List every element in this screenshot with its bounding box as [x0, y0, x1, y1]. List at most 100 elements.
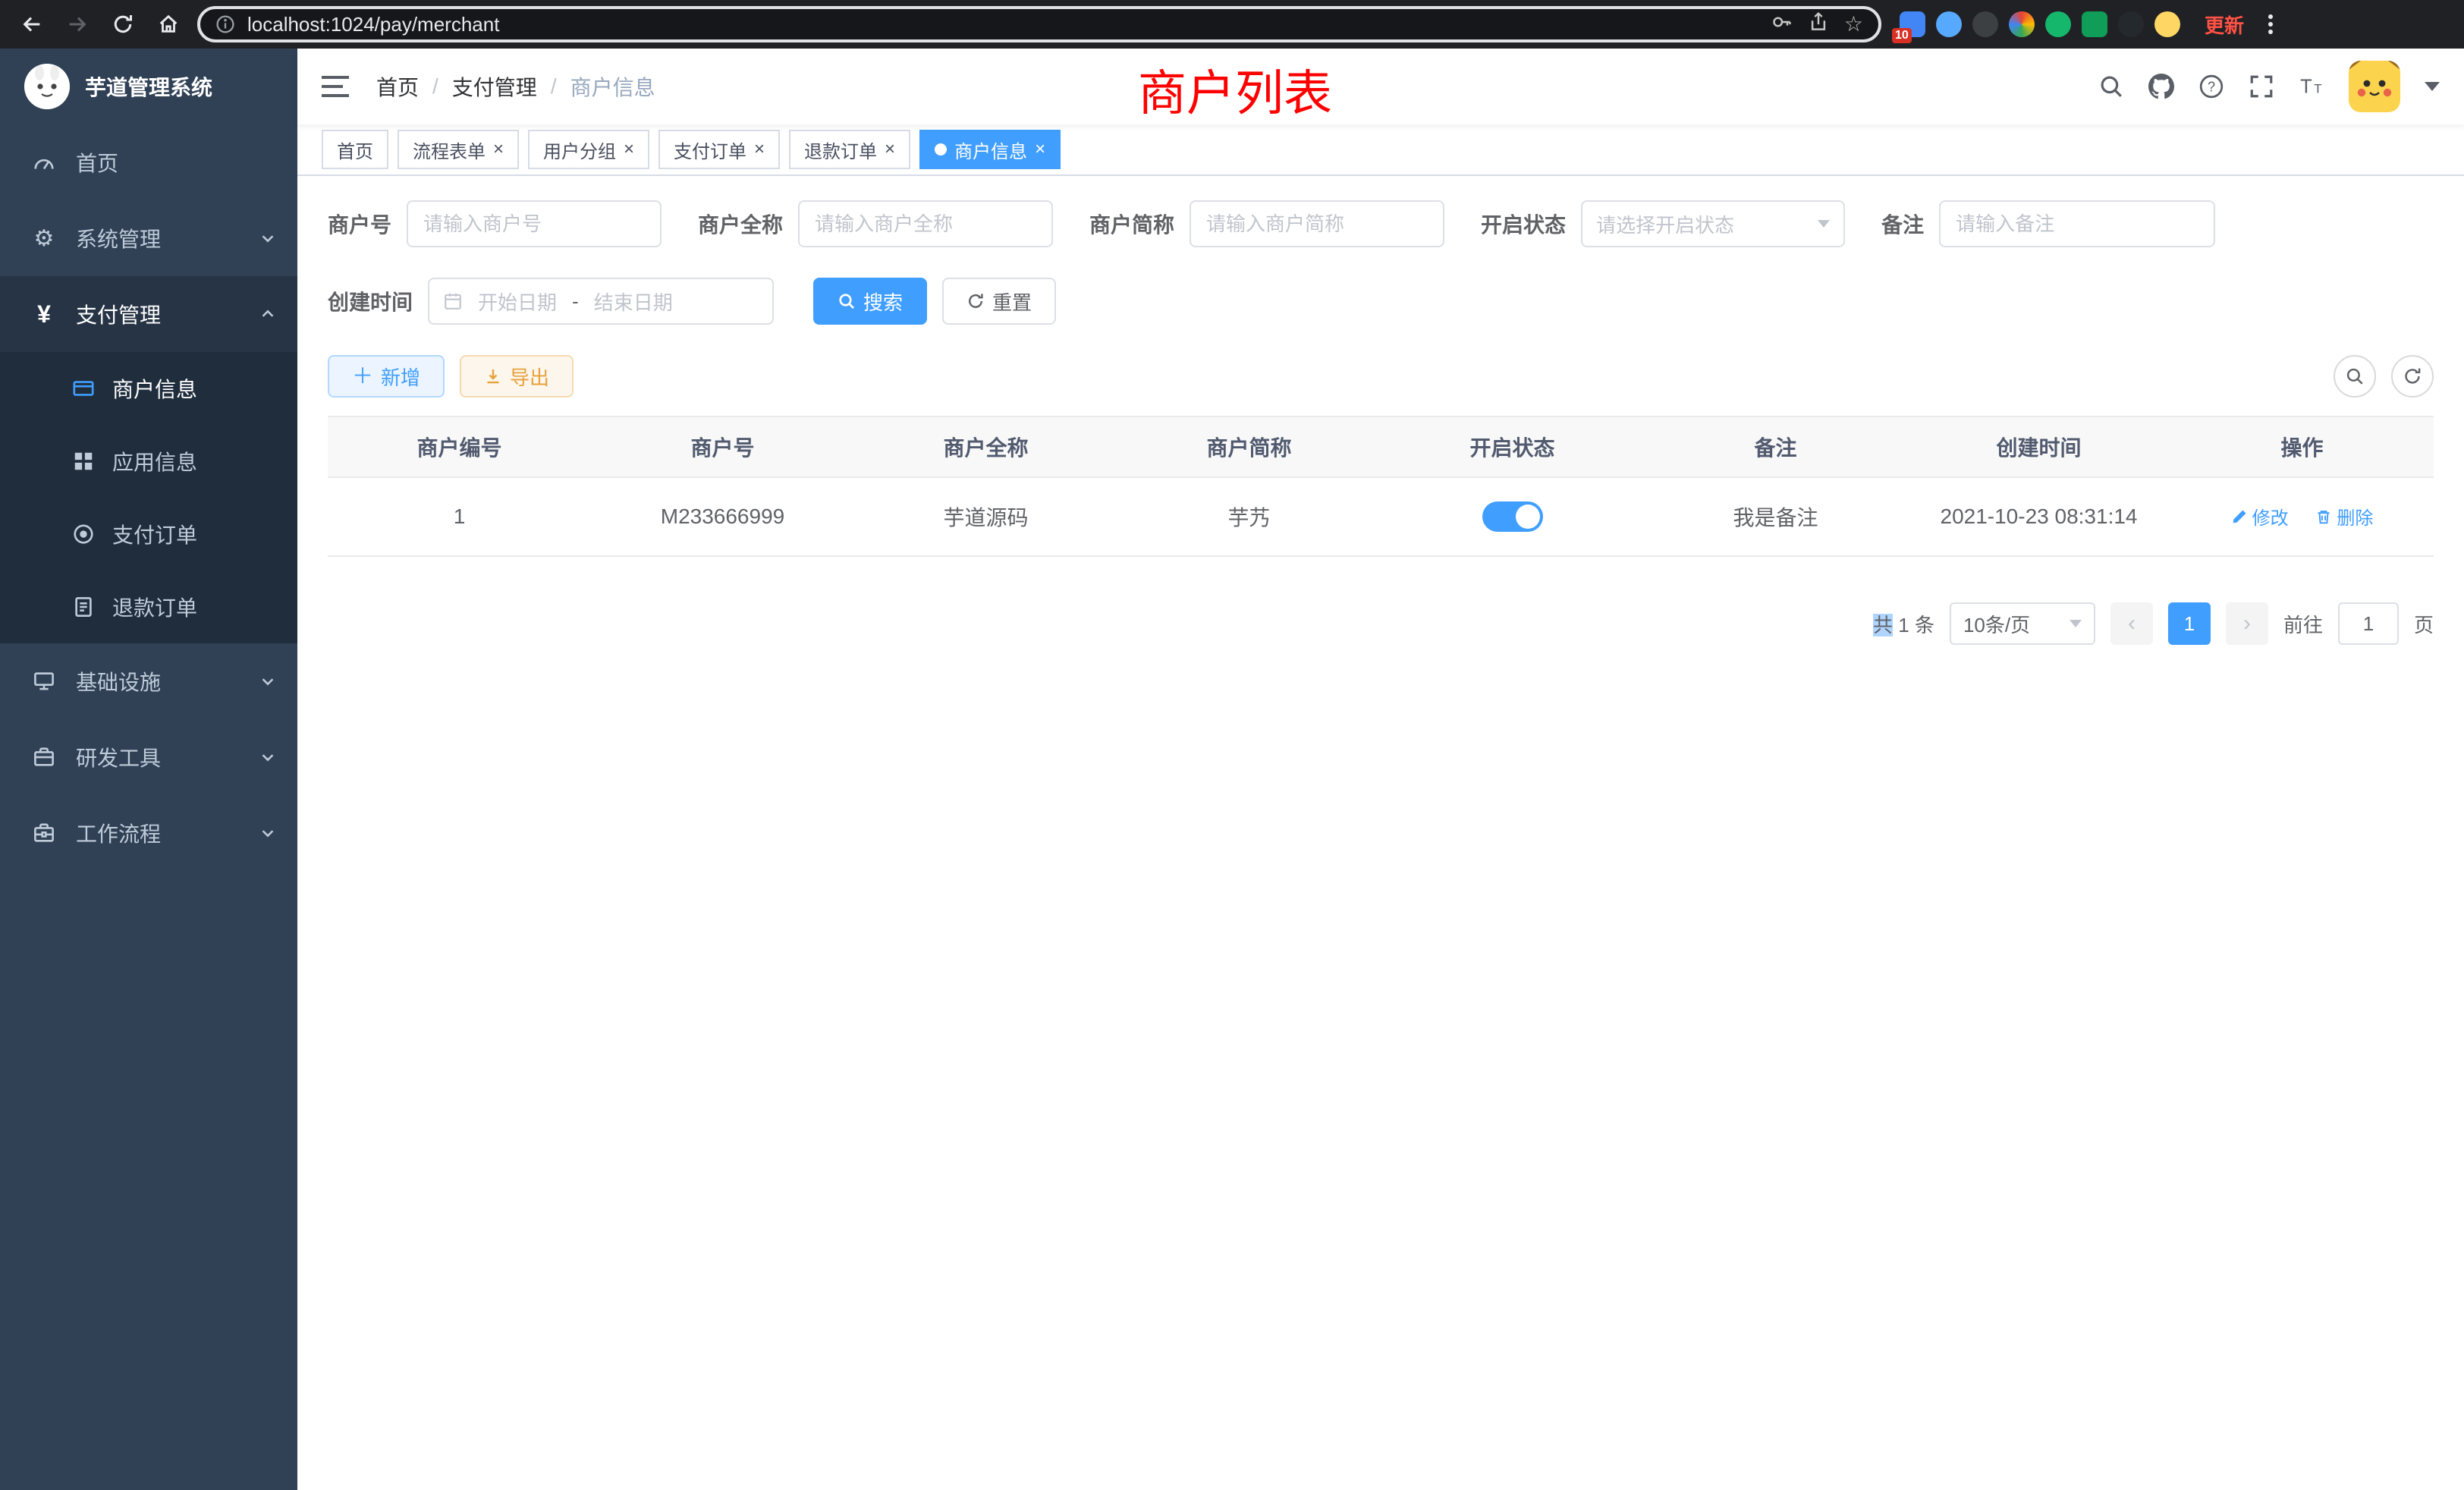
tab-merchant-info[interactable]: 商户信息 ×: [919, 130, 1061, 169]
home-button[interactable]: [152, 8, 185, 41]
breadcrumb-payment[interactable]: 支付管理: [452, 71, 537, 102]
extension-dark-icon[interactable]: [1972, 11, 1998, 37]
svg-text:T: T: [2300, 77, 2312, 98]
col-merchant-id: 商户编号: [328, 417, 591, 477]
sidebar-item-workflow[interactable]: 工作流程: [0, 795, 297, 871]
extension-blue-badge-icon[interactable]: 10: [1900, 11, 1925, 37]
sidebar-item-app-info[interactable]: 应用信息: [0, 425, 297, 498]
field-label: 开启状态: [1481, 209, 1566, 239]
table-header-row: 商户编号 商户号 商户全称 商户简称 开启状态 备注 创建时间 操作: [328, 417, 2434, 477]
breadcrumb: 首页 / 支付管理 / 商户信息: [376, 71, 655, 102]
reset-button[interactable]: 重置: [942, 278, 1056, 325]
remark-input[interactable]: [1939, 200, 2215, 247]
user-avatar[interactable]: [2349, 61, 2400, 112]
tab-user-group[interactable]: 用户分组 ×: [528, 130, 649, 169]
sidebar-item-merchant-info[interactable]: 商户信息: [0, 352, 297, 425]
refresh-icon: [2403, 366, 2422, 386]
forward-button[interactable]: [61, 8, 94, 41]
extension-emoji-icon[interactable]: [2154, 11, 2180, 37]
hamburger-icon[interactable]: [322, 76, 349, 97]
cell-merchant-short: 芋艿: [1117, 477, 1381, 556]
close-icon[interactable]: ×: [624, 140, 634, 159]
cell-merchant-name: 芋道源码: [854, 477, 1117, 556]
start-date-placeholder: 开始日期: [478, 288, 557, 316]
edit-link[interactable]: 修改: [2231, 503, 2289, 530]
extension-multicolor-icon[interactable]: [2009, 11, 2035, 37]
export-button-label: 导出: [510, 363, 549, 391]
sidebar-logo[interactable]: 芋道管理系统: [0, 49, 297, 124]
sidebar-item-refund-order[interactable]: 退款订单: [0, 571, 297, 643]
sidebar-item-label: 商户信息: [112, 373, 197, 404]
filter-merchant-short: 商户简称: [1089, 200, 1444, 247]
back-button[interactable]: [15, 8, 49, 41]
prev-page-button[interactable]: ‹: [2110, 602, 2153, 645]
bookmark-star-icon[interactable]: ☆: [1844, 14, 1863, 35]
tab-label: 用户分组: [543, 137, 616, 163]
fullscreen-icon[interactable]: [2249, 74, 2274, 99]
caret-down-icon[interactable]: [2425, 82, 2440, 91]
sidebar-item-dev-tools[interactable]: 研发工具: [0, 719, 297, 795]
delete-link[interactable]: 删除: [2315, 503, 2373, 530]
status-toggle[interactable]: [1482, 501, 1543, 532]
url-bar[interactable]: localhost:1024/pay/merchant ☆: [197, 6, 1881, 42]
url-text[interactable]: localhost:1024/pay/merchant: [247, 13, 1759, 36]
search-icon[interactable]: [2098, 74, 2124, 99]
pay-order-icon: [70, 523, 97, 545]
search-button[interactable]: 搜索: [813, 278, 927, 325]
reload-button[interactable]: [106, 8, 140, 41]
close-icon[interactable]: ×: [493, 140, 504, 159]
refresh-table-button[interactable]: [2391, 355, 2434, 398]
font-size-icon[interactable]: TT: [2299, 74, 2324, 99]
cell-remark: 我是备注: [1644, 477, 1907, 556]
close-icon[interactable]: ×: [1035, 140, 1045, 159]
toggle-search-button[interactable]: [2334, 355, 2376, 398]
reload-icon: [112, 13, 134, 36]
chevron-down-icon: [259, 673, 276, 690]
merchant-no-input[interactable]: [407, 200, 662, 247]
status-select[interactable]: 请选择开启状态: [1581, 200, 1845, 247]
breadcrumb-home[interactable]: 首页: [376, 71, 419, 102]
add-button[interactable]: ＋ 新增: [328, 355, 445, 398]
browser-update-button[interactable]: 更新: [2198, 11, 2250, 39]
field-label: 商户全称: [698, 209, 783, 239]
sidebar-item-infrastructure[interactable]: 基础设施: [0, 643, 297, 719]
extension-droplet-icon[interactable]: [1936, 11, 1962, 37]
goto-page-input[interactable]: [2338, 602, 2399, 645]
share-icon[interactable]: [1808, 11, 1829, 39]
merchant-short-input[interactable]: [1190, 200, 1444, 247]
extension-green-check-icon[interactable]: [2045, 11, 2071, 37]
close-icon[interactable]: ×: [754, 140, 765, 159]
cell-create-time: 2021-10-23 08:31:14: [1907, 477, 2170, 556]
github-icon[interactable]: [2148, 74, 2174, 99]
end-date-placeholder: 结束日期: [594, 288, 673, 316]
field-label: 创建时间: [328, 286, 413, 316]
current-page-button[interactable]: 1: [2168, 602, 2211, 645]
chevron-up-icon: [259, 306, 276, 322]
extension-green-square-icon[interactable]: [2082, 11, 2107, 37]
info-icon[interactable]: [215, 14, 235, 34]
date-range-picker[interactable]: 开始日期 - 结束日期: [428, 278, 774, 325]
export-button[interactable]: 导出: [460, 355, 574, 398]
sidebar-item-pay-order[interactable]: 支付订单: [0, 498, 297, 571]
cell-status: [1381, 477, 1644, 556]
extension-octopus-icon[interactable]: [2118, 11, 2144, 37]
close-icon[interactable]: ×: [885, 140, 895, 159]
sidebar-item-payment[interactable]: ¥ 支付管理: [0, 276, 297, 352]
browser-menu-icon[interactable]: [2262, 14, 2279, 34]
key-icon[interactable]: [1771, 11, 1793, 39]
breadcrumb-separator: /: [551, 74, 557, 99]
sidebar-item-home[interactable]: 首页: [0, 124, 297, 200]
merchant-name-input[interactable]: [798, 200, 1053, 247]
help-icon[interactable]: ?: [2198, 74, 2224, 99]
sidebar-item-system[interactable]: ⚙ 系统管理: [0, 200, 297, 276]
tab-pay-order[interactable]: 支付订单 ×: [658, 130, 780, 169]
next-page-button[interactable]: ›: [2226, 602, 2268, 645]
filter-merchant-name: 商户全称: [698, 200, 1053, 247]
field-label: 商户号: [328, 209, 391, 239]
tab-process-form[interactable]: 流程表单 ×: [398, 130, 519, 169]
tab-refund-order[interactable]: 退款订单 ×: [789, 130, 910, 169]
dashboard-icon: [30, 151, 58, 174]
page-size-select[interactable]: 10条/页: [1950, 602, 2095, 645]
tab-home[interactable]: 首页: [322, 130, 388, 169]
col-merchant-short: 商户简称: [1117, 417, 1381, 477]
